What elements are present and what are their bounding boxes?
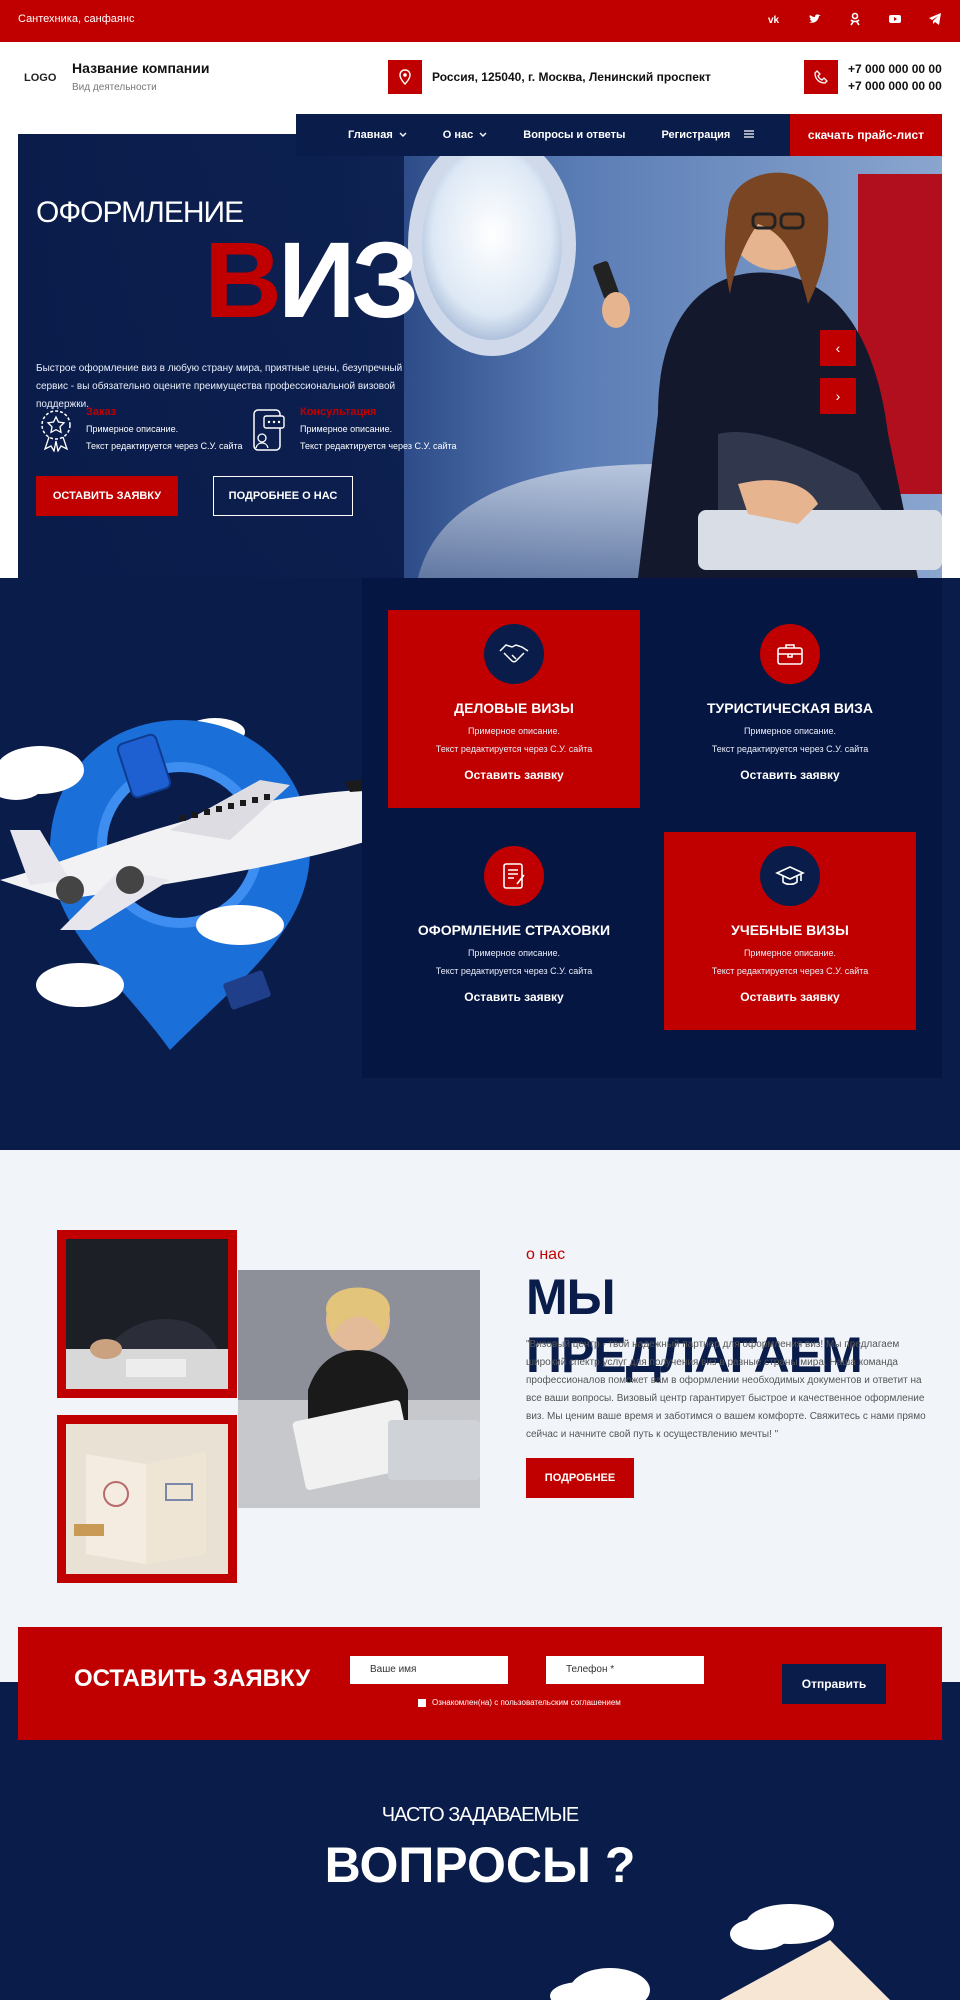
chevron-down-icon	[399, 129, 407, 141]
service-order-link[interactable]: Оставить заявку	[388, 768, 640, 782]
faq-title: ВОПРОСЫ ?	[324, 1837, 636, 1893]
feature-consultation-title: Консультация	[300, 406, 377, 418]
hero-title-rest: ИЗ	[278, 219, 419, 340]
service-description-line2: Текст редактируется через С.У. сайта	[435, 966, 593, 976]
service-title: ТУРИСТИЧЕСКАЯ ВИЗА	[707, 700, 873, 716]
consultant-photo	[238, 1270, 480, 1508]
service-title: ОФОРМЛЕНИЕ СТРАХОВКИ	[417, 922, 611, 938]
service-order-link[interactable]: Оставить заявку	[388, 990, 640, 1004]
twitter-icon[interactable]	[808, 12, 822, 26]
chevron-right-icon: ›	[835, 388, 841, 404]
menu-icon[interactable]	[744, 129, 755, 141]
name-input[interactable]: Ваше имя	[350, 1656, 508, 1684]
service-description-line2: Текст редактируется через С.У. сайта	[711, 966, 869, 976]
tagline: Сантехника, санфаянс	[18, 13, 135, 25]
consultation-icon	[252, 408, 286, 457]
youtube-icon[interactable]	[888, 12, 902, 26]
service-order-link[interactable]: Оставить заявку	[664, 768, 916, 782]
slider-prev-button[interactable]: ‹	[820, 330, 856, 366]
document-icon	[484, 846, 544, 906]
svg-text:vk: vk	[768, 15, 780, 26]
feature-order-line1: Примерное описание.	[86, 424, 179, 434]
nav-item-about-label: О нас	[442, 129, 474, 141]
phone-icon	[804, 60, 838, 94]
hero-about-button[interactable]: ПОДРОБНЕЕ О НАС	[213, 476, 353, 516]
phone-input[interactable]: Телефон *	[546, 1656, 704, 1684]
download-price-button[interactable]: скачать прайс-лист	[790, 114, 942, 156]
airplane-illustration	[0, 680, 420, 1085]
briefcase-icon	[760, 624, 820, 684]
about-more-button[interactable]: ПОДРОБНЕЕ	[526, 1458, 634, 1498]
service-description-line1: Примерное описание.	[467, 948, 561, 958]
submit-button[interactable]: Отправить	[782, 1664, 886, 1704]
service-description-line1: Примерное описание.	[743, 948, 837, 958]
form-title: ОСТАВИТЬ ЗАЯВКУ	[74, 1665, 311, 1692]
hero-title-first-letter: В	[204, 219, 282, 340]
company-activity: Вид деятельности	[72, 82, 157, 93]
address: Россия, 125040, г. Москва, Ленинский про…	[432, 70, 711, 84]
slider-next-button[interactable]: ›	[820, 378, 856, 414]
consent-label: Ознакомлен(на) с пользовательским соглаш…	[432, 1698, 621, 1707]
feature-order-title: Заказ	[86, 406, 117, 418]
business-photo	[66, 1239, 228, 1389]
faq-kicker: ЧАСТО ЗАДАВАЕМЫЕ	[381, 1804, 579, 1826]
nav-item-faq-label: Вопросы и ответы	[523, 129, 626, 141]
feature-consultation-line1: Примерное описание.	[300, 424, 393, 434]
nav-item-home-label: Главная	[348, 129, 393, 141]
phone-secondary[interactable]: +7 000 000 00 00	[848, 79, 942, 93]
nav-item-register-label: Регистрация	[661, 129, 731, 141]
service-card-tourist: ТУРИСТИЧЕСКАЯ ВИЗА Примерное описание. Те…	[664, 610, 916, 808]
about-kicker: о нас	[526, 1246, 566, 1263]
graduation-cap-icon	[760, 846, 820, 906]
odnoklassniki-icon[interactable]	[848, 12, 862, 26]
feature-consultation: Консультация Примерное описание. Текст р…	[300, 404, 457, 455]
feature-order-line2: Текст редактируется через С.У. сайта	[86, 441, 243, 451]
feature-consultation-line2: Текст редактируется через С.У. сайта	[300, 441, 457, 451]
service-description: Примерное описание. Текст редактируется ч…	[388, 722, 640, 758]
logo[interactable]: LOGO	[24, 72, 56, 84]
handshake-icon	[484, 624, 544, 684]
consent-checkbox[interactable]	[418, 1698, 426, 1707]
vk-icon[interactable]: vk	[768, 12, 782, 26]
service-order-link[interactable]: Оставить заявку	[664, 990, 916, 1004]
chevron-left-icon: ‹	[835, 340, 841, 356]
service-description-line2: Текст редактируется через С.У. сайта	[435, 744, 593, 754]
service-card-business: ДЕЛОВЫЕ ВИЗЫ Примерное описание. Текст ре…	[388, 610, 640, 808]
location-icon	[388, 60, 422, 94]
main-nav: Главная О нас Вопросы и ответы Регистрац…	[296, 114, 790, 156]
nav-item-about[interactable]: О нас	[443, 129, 488, 141]
about-text: "Визовый центр - твой надежный партнер д…	[526, 1339, 926, 1440]
award-icon	[36, 408, 76, 457]
social-links: vk	[768, 12, 942, 26]
service-title: ДЕЛОВЫЕ ВИЗЫ	[454, 700, 574, 716]
company-name: Название компании	[72, 60, 210, 76]
hero-title: ВИЗ	[204, 226, 419, 334]
service-description: Примерное описание. Текст редактируется ч…	[664, 722, 916, 758]
service-description: Примерное описание. Текст редактируется ч…	[664, 944, 916, 980]
business-photo-frame	[57, 1230, 237, 1398]
clouds-decoration	[520, 1900, 960, 2000]
feature-order: Заказ Примерное описание. Текст редактир…	[86, 404, 243, 455]
nav-item-faq[interactable]: Вопросы и ответы	[523, 129, 625, 141]
service-title: УЧЕБНЫЕ ВИЗЫ	[731, 922, 849, 938]
service-description-line2: Текст редактируется через С.У. сайта	[711, 744, 869, 754]
phone-primary[interactable]: +7 000 000 00 00	[848, 62, 942, 76]
service-card-study: УЧЕБНЫЕ ВИЗЫ Примерное описание. Текст ре…	[664, 832, 916, 1030]
chevron-down-icon	[479, 129, 487, 141]
nav-item-register[interactable]: Регистрация	[661, 129, 755, 141]
service-description-line1: Примерное описание.	[743, 726, 837, 736]
hero-order-button[interactable]: ОСТАВИТЬ ЗАЯВКУ	[36, 476, 178, 516]
top-bar: Сантехника, санфаянс vk	[0, 0, 960, 42]
service-description: Примерное описание. Текст редактируется ч…	[388, 944, 640, 980]
passport-photo	[66, 1424, 228, 1574]
nav-item-home[interactable]: Главная	[348, 129, 407, 141]
consent-row: Ознакомлен(на) с пользовательским соглаш…	[418, 1698, 621, 1707]
service-card-insurance: ОФОРМЛЕНИЕ СТРАХОВКИ Примерное описание.…	[388, 832, 640, 1030]
passport-photo-frame	[57, 1415, 237, 1583]
service-description-line1: Примерное описание.	[467, 726, 561, 736]
telegram-icon[interactable]	[928, 12, 942, 26]
